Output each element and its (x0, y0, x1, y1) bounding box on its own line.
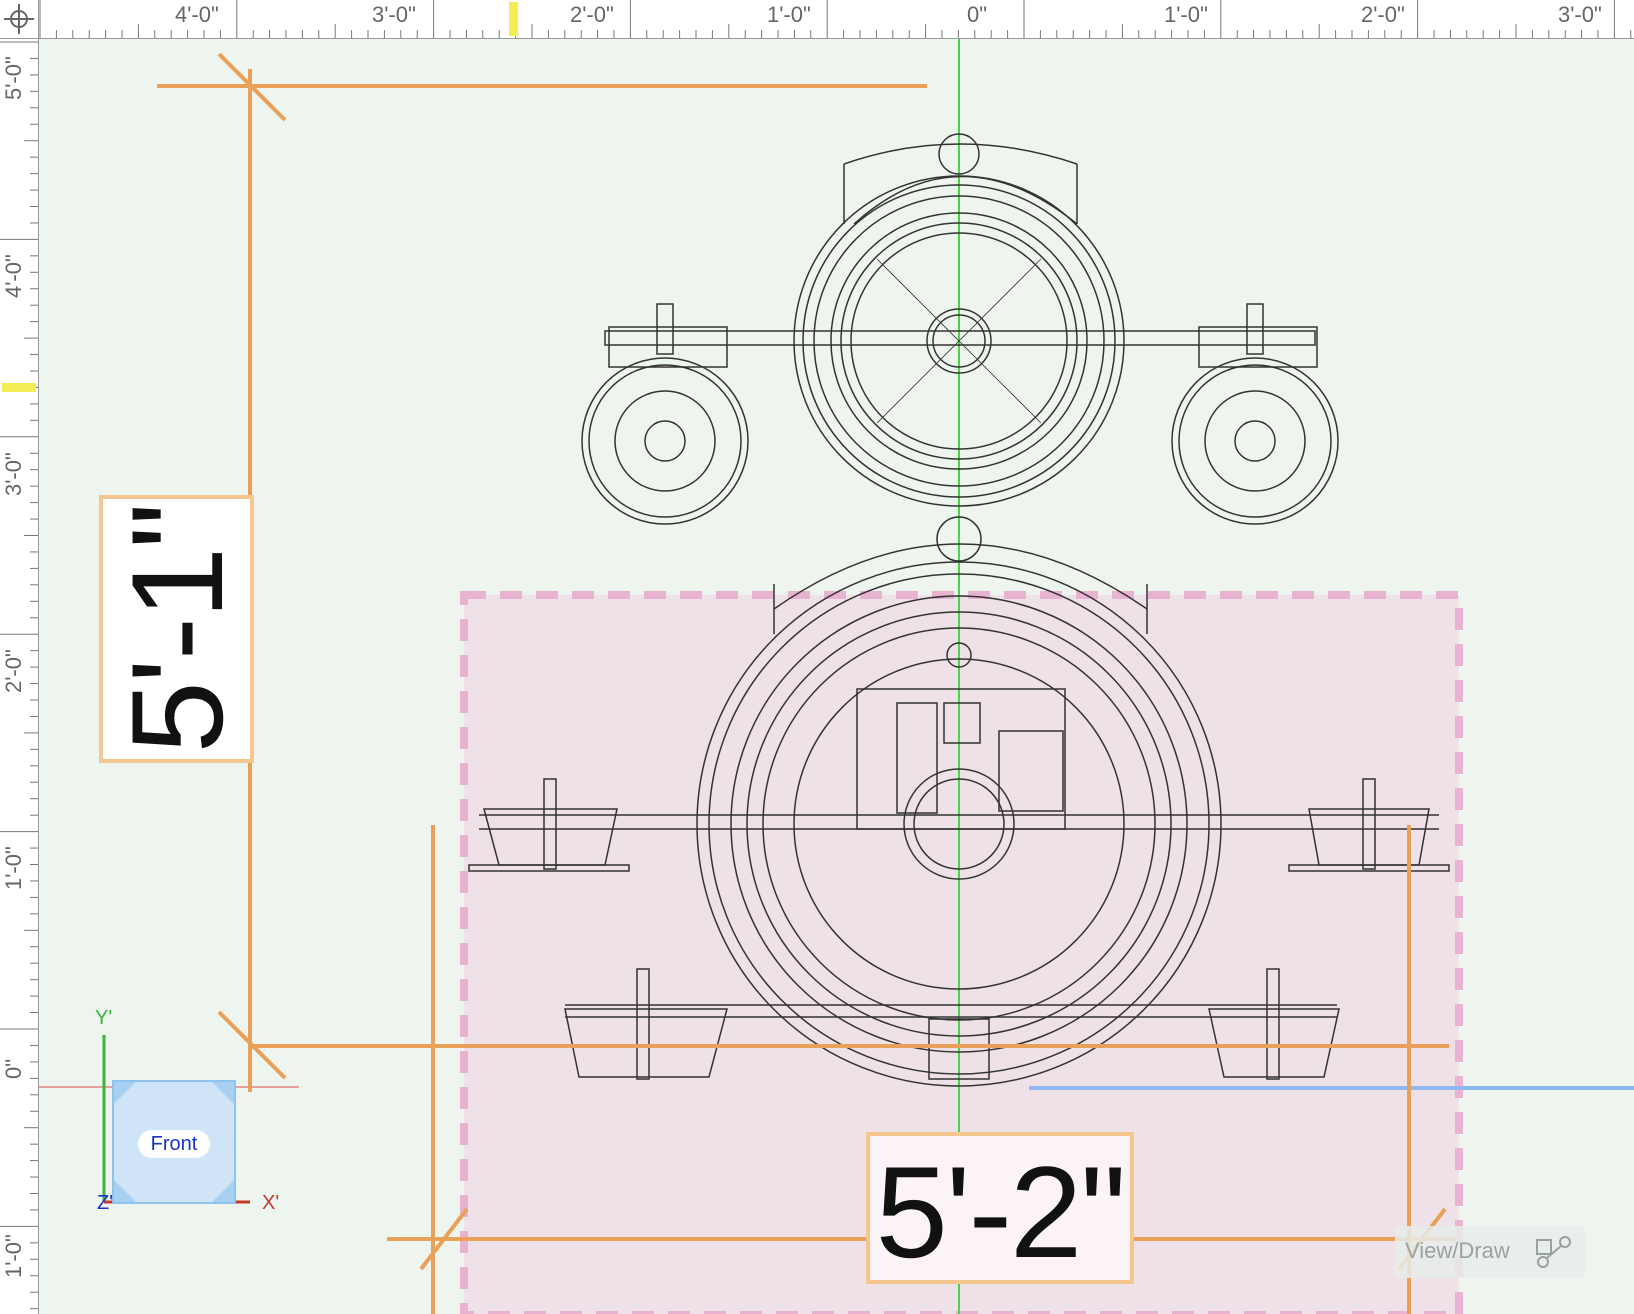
vruler-label-7: 1'-0" (1, 1234, 26, 1278)
vruler-cursor-marker (2, 383, 36, 392)
vruler-label-2: 4'-0" (1, 254, 26, 298)
hruler-label-6: 1'-0" (1164, 2, 1208, 27)
hruler-label-3: 2'-0" (570, 2, 614, 27)
vruler-label-3: 3'-0" (1, 452, 26, 496)
hruler-label-7: 2'-0" (1361, 2, 1405, 27)
width-dimension-label[interactable]: 5'-2" (866, 1132, 1134, 1284)
front-view-button[interactable]: Front (138, 1130, 210, 1158)
vertical-ruler[interactable]: 5'-0" 4'-0" 3'-0" 2'-0" 1'-0" 0" 1'-0" (0, 38, 39, 1314)
view-draw-button[interactable]: View/Draw (1395, 1226, 1585, 1278)
hruler-label-5: 0" (967, 2, 988, 27)
width-dimension-text: 5'-2" (875, 1139, 1127, 1285)
vruler-label-1: 5'-0" (1, 56, 26, 100)
vruler-label-6: 0" (1, 1058, 26, 1079)
ruler-origin-corner[interactable] (0, 0, 39, 39)
hruler-cursor-marker (509, 2, 518, 36)
height-dimension-label[interactable]: 5'-1" (99, 495, 254, 763)
z-axis-label: Z' (97, 1192, 114, 1214)
hruler-label-8: 3'-0" (1558, 2, 1602, 27)
vruler-label-5: 1'-0" (1, 846, 26, 890)
hruler-label-1: 4'-0" (175, 2, 219, 27)
height-dimension-text: 5'-1" (103, 504, 250, 754)
view-draw-icon (1536, 1236, 1571, 1268)
y-axis-label: Y' (95, 1007, 113, 1029)
x-axis-label: X' (262, 1192, 280, 1214)
horizontal-ruler[interactable]: 4'-0" 3'-0" 2'-0" 1'-0" 0" 1'-0" 2'-0" 3… (0, 0, 1634, 39)
hruler-label-4: 1'-0" (767, 2, 811, 27)
vruler-label-4: 2'-0" (1, 649, 26, 693)
origin-crosshair-icon (4, 4, 34, 34)
view-cube[interactable]: Front (112, 1080, 236, 1204)
view-draw-label: View/Draw (1405, 1238, 1510, 1263)
hruler-label-2: 3'-0" (372, 2, 416, 27)
